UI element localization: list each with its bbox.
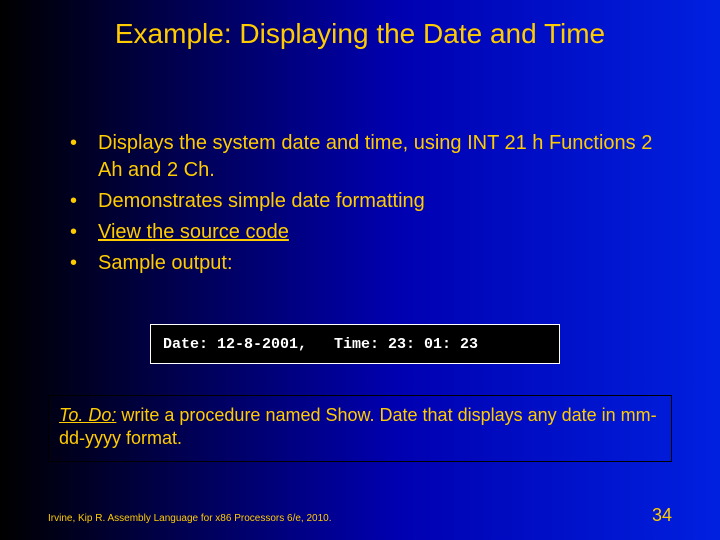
- bullet-dot: •: [70, 250, 98, 277]
- list-item: • Sample output:: [70, 250, 660, 277]
- todo-lead: To. Do:: [59, 405, 116, 425]
- bullet-text: Displays the system date and time, using…: [98, 130, 660, 184]
- page-number: 34: [652, 505, 672, 526]
- bullet-text: Demonstrates simple date formatting: [98, 188, 660, 215]
- todo-box: To. Do: write a procedure named Show. Da…: [48, 395, 672, 462]
- footer-citation: Irvine, Kip R. Assembly Language for x86…: [48, 513, 332, 524]
- bullet-dot: •: [70, 188, 98, 215]
- bullet-dot: •: [70, 219, 98, 246]
- todo-text: write a procedure named Show. Date that …: [59, 405, 657, 448]
- slide-title: Example: Displaying the Date and Time: [0, 18, 720, 50]
- bullet-dot: •: [70, 130, 98, 157]
- bullet-text: Sample output:: [98, 250, 660, 277]
- sample-output-box: Date: 12-8-2001, Time: 23: 01: 23: [150, 324, 560, 364]
- bullet-list: • Displays the system date and time, usi…: [70, 130, 660, 281]
- source-code-link[interactable]: View the source code: [98, 219, 660, 246]
- list-item: • View the source code: [70, 219, 660, 246]
- list-item: • Demonstrates simple date formatting: [70, 188, 660, 215]
- slide: Example: Displaying the Date and Time • …: [0, 0, 720, 540]
- list-item: • Displays the system date and time, usi…: [70, 130, 660, 184]
